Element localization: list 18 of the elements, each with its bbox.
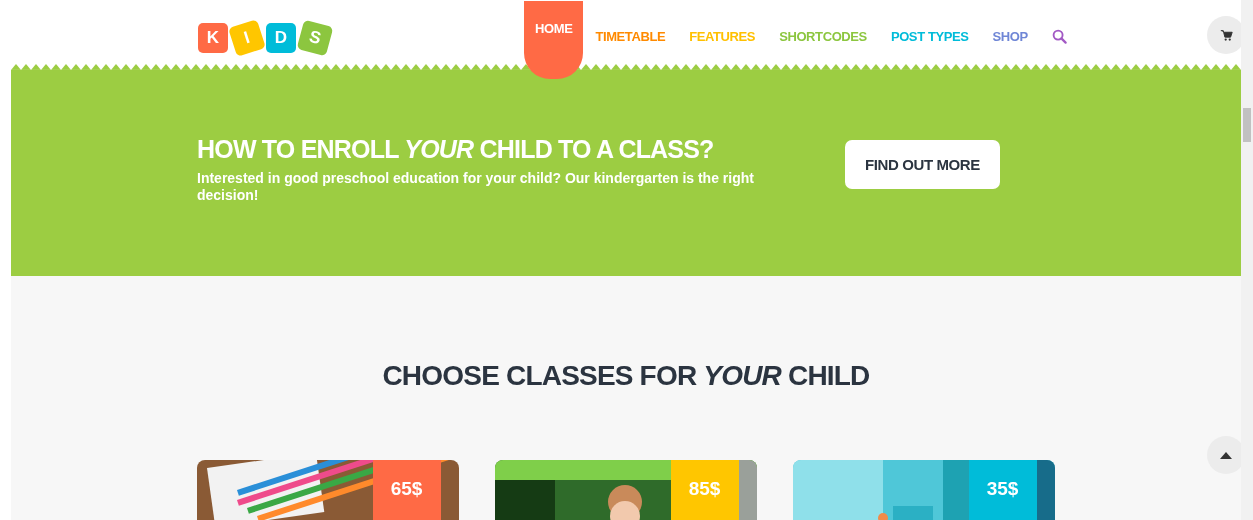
- menu-item[interactable]: HOME: [524, 1, 584, 79]
- find-out-more-button[interactable]: FIND OUT MORE: [845, 139, 1000, 189]
- logo-drawing[interactable]: K I D S: [198, 23, 330, 53]
- banner-title: HOW TO ENROLL YOUR CHILD TO A CLASS?: [197, 133, 715, 165]
- price-badge: 35$: [968, 460, 1037, 520]
- search-icon[interactable]: [1051, 28, 1067, 44]
- price-badge: 65$: [372, 460, 441, 520]
- banner-text: Interested in good preschool education for your child? Our kindergarten is the right decision!: [197, 169, 755, 204]
- price-badge: 85$: [670, 460, 739, 520]
- caret-up-icon: [1220, 451, 1232, 459]
- menu-item[interactable]: SHOP: [980, 10, 1040, 62]
- section-title: CHOOSE CLASSES FOR YOUR CHILD: [382, 360, 870, 392]
- menu-item[interactable]: TIMETABLE: [583, 10, 678, 62]
- menu-item[interactable]: SHORTCODES: [767, 10, 879, 62]
- menu-item[interactable]: POST TYPES: [878, 10, 981, 62]
- cart-icon: [1219, 28, 1233, 42]
- menu-item[interactable]: FEATURES: [677, 10, 768, 62]
- scrollbar[interactable]: [1241, 0, 1253, 520]
